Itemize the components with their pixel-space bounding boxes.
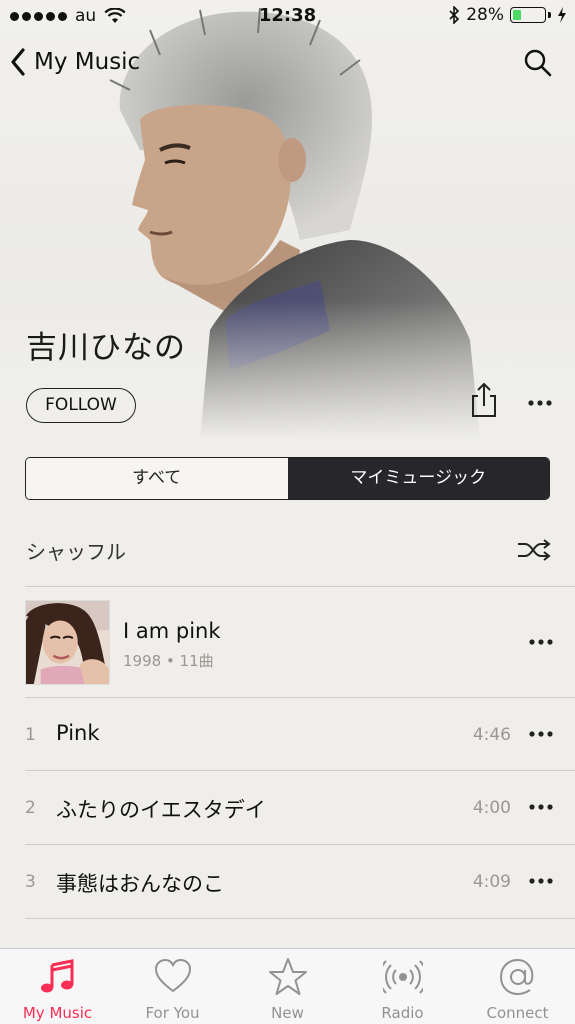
track-title: ふたりのイエスタデイ	[56, 798, 266, 822]
tab-label: Radio	[381, 1004, 424, 1022]
divider	[25, 697, 575, 698]
shuffle-row[interactable]: シャッフル	[26, 530, 551, 570]
follow-button[interactable]: FOLLOW	[26, 388, 136, 423]
track-title: 事態はおんなのこ	[56, 872, 224, 896]
tab-radio[interactable]: Radio	[345, 949, 460, 1024]
track-more-icon[interactable]	[528, 803, 554, 811]
share-icon[interactable]	[470, 382, 498, 418]
status-bar: au 12:38 28%	[0, 0, 575, 32]
battery-tip	[548, 12, 551, 18]
tab-bar: My Music For You New Radio Connect	[0, 948, 575, 1024]
tab-my-music[interactable]: My Music	[0, 949, 115, 1024]
back-label: My Music	[34, 49, 141, 75]
divider	[25, 770, 575, 771]
segment-all[interactable]: すべて	[26, 458, 288, 499]
bluetooth-icon	[449, 6, 460, 24]
tab-label: My Music	[22, 1004, 93, 1022]
battery-level	[513, 10, 521, 20]
album-more-icon[interactable]	[528, 638, 554, 646]
music-note-icon	[40, 959, 73, 993]
shuffle-label: シャッフル	[26, 539, 126, 564]
more-options-icon[interactable]	[526, 396, 554, 410]
divider	[25, 586, 575, 587]
album-artwork	[25, 600, 110, 685]
at-icon	[499, 958, 533, 996]
track-number: 1	[25, 725, 36, 745]
track-more-icon[interactable]	[528, 877, 554, 885]
chevron-left-icon	[11, 48, 25, 76]
status-right: 28%	[448, 5, 567, 25]
battery-icon	[510, 7, 546, 23]
tab-label: For You	[145, 1004, 200, 1022]
heart-icon	[154, 958, 191, 993]
tab-label: New	[271, 1004, 304, 1022]
artist-name: 吉川ひなの	[26, 330, 186, 366]
radio-icon	[382, 960, 423, 994]
track-duration: 4:00	[472, 798, 511, 818]
track-more-icon[interactable]	[528, 730, 554, 738]
tab-new[interactable]: New	[230, 949, 345, 1024]
battery-percent: 28%	[466, 5, 504, 25]
album-title: I am pink	[123, 619, 221, 643]
track-duration: 4:46	[472, 725, 511, 745]
divider	[25, 918, 575, 919]
star-icon	[268, 958, 307, 995]
segment-my-music[interactable]: マイミュージック	[287, 458, 549, 499]
divider	[25, 844, 575, 845]
track-number: 2	[25, 798, 36, 818]
library-filter-segmented-control: すべて マイミュージック	[25, 457, 550, 500]
shuffle-icon	[518, 539, 551, 561]
tab-label: Connect	[486, 1004, 549, 1022]
track-number: 3	[25, 872, 36, 892]
album-meta: 1998 • 11曲	[123, 652, 214, 670]
track-title: Pink	[56, 721, 100, 745]
charging-icon	[558, 7, 566, 23]
track-duration: 4:09	[472, 872, 511, 892]
app-root: au 12:38 28% My Music 吉川ひなの FOLLOW すべて マ…	[0, 0, 575, 1024]
search-icon[interactable]	[523, 48, 553, 78]
tab-for-you[interactable]: For You	[115, 949, 230, 1024]
back-button[interactable]: My Music	[10, 48, 140, 76]
tab-connect[interactable]: Connect	[460, 949, 575, 1024]
